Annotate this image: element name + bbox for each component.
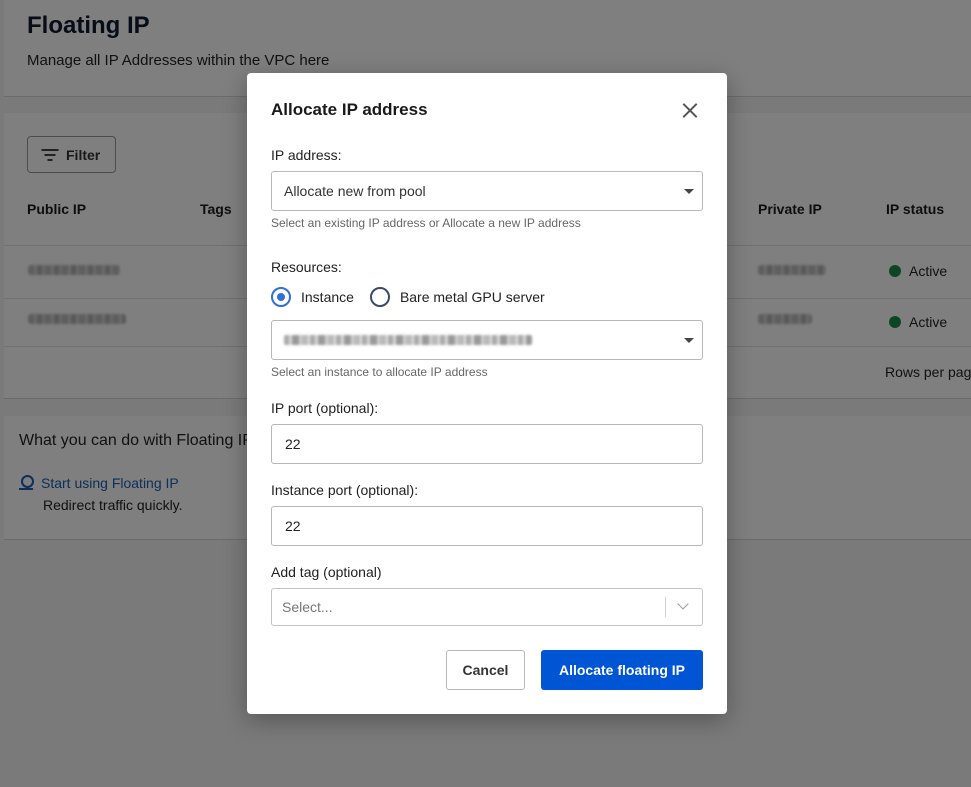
radio-bare-metal-label: Bare metal GPU server [399, 289, 545, 305]
ip-port-value: 22 [285, 436, 301, 452]
instance-helper: Select an instance to allocate IP addres… [271, 365, 488, 379]
allocate-floating-ip-button[interactable]: Allocate floating IP [541, 650, 703, 690]
indicator-separator [665, 597, 666, 617]
ip-address-selected-value: Allocate new from pool [284, 183, 426, 199]
add-tag-label: Add tag (optional) [271, 564, 382, 580]
resources-label: Resources: [271, 259, 342, 275]
allocate-ip-dialog: Allocate IP address IP address: Allocate… [247, 73, 727, 714]
ip-address-label: IP address: [271, 147, 342, 163]
instance-port-input[interactable]: 22 [271, 506, 703, 546]
caret-down-icon [684, 189, 694, 194]
instance-select[interactable] [271, 320, 703, 360]
ip-address-helper: Select an existing IP address or Allocat… [271, 216, 581, 230]
ip-address-select[interactable]: Allocate new from pool [271, 171, 703, 211]
resource-type-radio-group: Instance Bare metal GPU server [271, 287, 561, 307]
add-tag-select[interactable]: Select... [271, 588, 703, 626]
cancel-button[interactable]: Cancel [446, 650, 525, 690]
caret-down-icon [684, 338, 694, 343]
instance-port-label: Instance port (optional): [271, 482, 419, 498]
radio-unchecked-icon[interactable] [369, 287, 390, 307]
radio-bare-metal-gpu-server[interactable]: Bare metal GPU server [369, 287, 545, 307]
radio-checked-icon[interactable] [271, 287, 291, 307]
close-icon[interactable] [679, 99, 701, 121]
radio-instance-label: Instance [301, 289, 354, 305]
add-tag-placeholder: Select... [282, 599, 333, 615]
instance-name-redacted [284, 335, 532, 345]
chevron-down-icon[interactable] [677, 598, 689, 610]
ip-port-label: IP port (optional): [271, 400, 379, 416]
ip-port-input[interactable]: 22 [271, 424, 703, 464]
radio-instance[interactable]: Instance [271, 287, 354, 307]
dialog-title: Allocate IP address [271, 100, 428, 119]
instance-port-value: 22 [285, 518, 301, 534]
